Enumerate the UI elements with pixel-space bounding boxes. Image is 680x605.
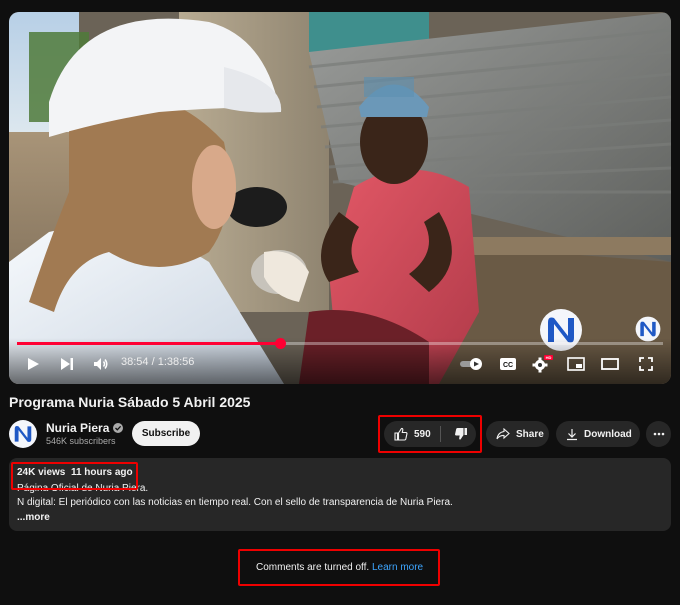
- current-time: 38:54: [121, 356, 149, 368]
- description-line: Página Oficial de Nuria Piera.: [17, 483, 149, 494]
- watch-page: 38:54 / 1:38:56 CC HD Programa Nuria Sáb…: [0, 0, 680, 605]
- video-player[interactable]: 38:54 / 1:38:56 CC HD: [9, 12, 671, 384]
- download-button[interactable]: Download: [556, 421, 640, 447]
- subscriber-count: 546K subscribers: [46, 436, 116, 446]
- progress-scrubber[interactable]: [274, 338, 286, 349]
- fullscreen-icon: [639, 357, 653, 371]
- more-actions-button[interactable]: [646, 421, 671, 447]
- next-button[interactable]: [57, 354, 77, 374]
- thumbs-up-icon: [394, 427, 408, 441]
- more-vertical-icon: [653, 432, 664, 436]
- progress-bar[interactable]: [17, 338, 663, 349]
- miniplayer-button[interactable]: [565, 354, 587, 374]
- captions-icon: CC: [500, 358, 516, 370]
- view-count: 24K views: [17, 467, 66, 478]
- settings-icon: HD: [532, 355, 553, 373]
- progress-played: [17, 342, 280, 345]
- channel-name-link[interactable]: Nuria Piera: [46, 421, 124, 435]
- comments-status: Comments are turned off. Learn more: [256, 562, 423, 573]
- description-line: N digital: El periódico con las noticias…: [17, 497, 453, 508]
- download-label: Download: [584, 428, 632, 440]
- channel-avatar[interactable]: [9, 420, 37, 448]
- channel-logo-icon: [9, 420, 37, 448]
- verified-badge-icon: [113, 423, 124, 433]
- subscribe-button[interactable]: Subscribe: [132, 421, 200, 446]
- volume-icon: [94, 358, 108, 370]
- play-button[interactable]: [23, 354, 43, 374]
- miniplayer-icon: [567, 357, 585, 371]
- time-separator: /: [148, 356, 158, 368]
- thumbs-down-icon: [455, 428, 467, 440]
- upload-age: 11 hours ago: [70, 467, 133, 478]
- total-time: 1:38:56: [157, 356, 195, 368]
- svg-text:CC: CC: [503, 362, 513, 369]
- share-icon: [496, 428, 510, 440]
- next-icon: [61, 358, 73, 370]
- captions-button[interactable]: CC: [497, 354, 519, 374]
- svg-text:HD: HD: [546, 355, 552, 360]
- description-box[interactable]: 24K views 11 hours ago Página Oficial de…: [9, 458, 671, 531]
- learn-more-link[interactable]: Learn more: [372, 562, 423, 573]
- share-label: Share: [516, 428, 544, 440]
- autoplay-toggle-icon: [460, 358, 482, 370]
- download-icon: [567, 428, 577, 440]
- like-button[interactable]: 590: [384, 421, 431, 447]
- time-display: 38:54 / 1:38:56: [121, 356, 194, 368]
- video-meta: 24K views 11 hours ago: [17, 467, 133, 478]
- like-count: 590: [414, 428, 431, 440]
- autoplay-toggle[interactable]: [459, 354, 485, 374]
- show-more-link[interactable]: ...more: [17, 512, 50, 523]
- like-dislike-group: 590: [384, 421, 476, 447]
- comments-off-text: Comments are turned off.: [256, 562, 370, 573]
- player-controls: 38:54 / 1:38:56 CC HD: [9, 338, 671, 384]
- video-title: Programa Nuria Sábado 5 Abril 2025: [9, 394, 251, 410]
- settings-button[interactable]: HD: [531, 354, 553, 374]
- play-icon: [28, 358, 39, 370]
- channel-name: Nuria Piera: [46, 421, 110, 435]
- volume-button[interactable]: [91, 354, 111, 374]
- dislike-button[interactable]: [446, 421, 476, 447]
- fullscreen-button[interactable]: [635, 354, 657, 374]
- share-button[interactable]: Share: [486, 421, 549, 447]
- like-divider: [440, 426, 441, 442]
- theater-mode-icon: [601, 358, 619, 370]
- theater-mode-button[interactable]: [599, 354, 621, 374]
